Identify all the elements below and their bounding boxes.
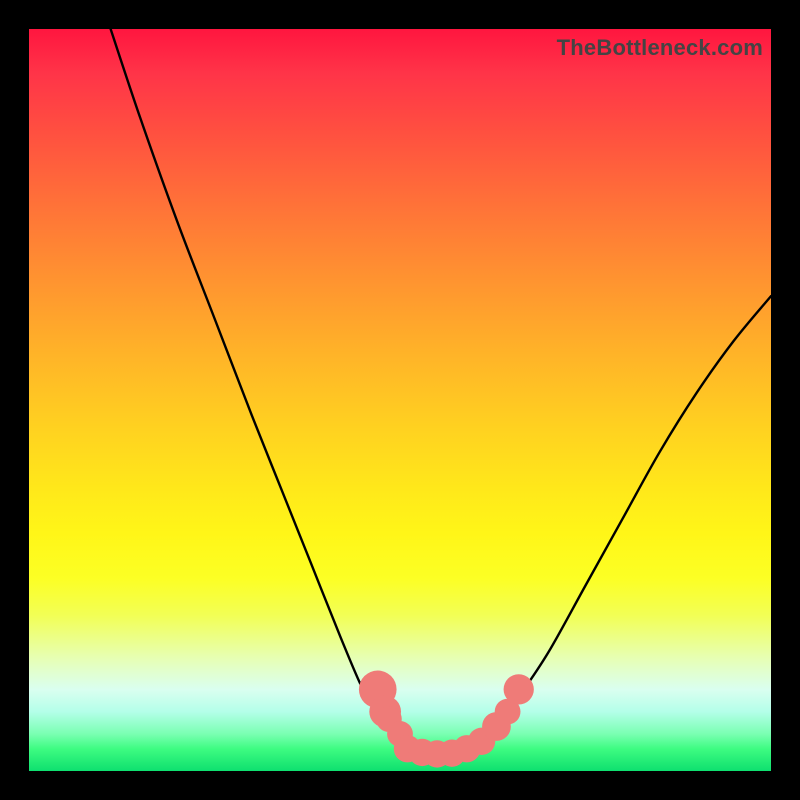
marker-layer bbox=[359, 671, 534, 768]
curve-left-curve bbox=[111, 29, 408, 749]
chart-svg bbox=[29, 29, 771, 771]
chart-plot-area: TheBottleneck.com bbox=[29, 29, 771, 771]
curve-layer bbox=[111, 29, 771, 749]
chart-frame: TheBottleneck.com bbox=[0, 0, 800, 800]
curve-right-curve bbox=[482, 296, 771, 741]
marker-right-cluster-top bbox=[504, 674, 534, 704]
